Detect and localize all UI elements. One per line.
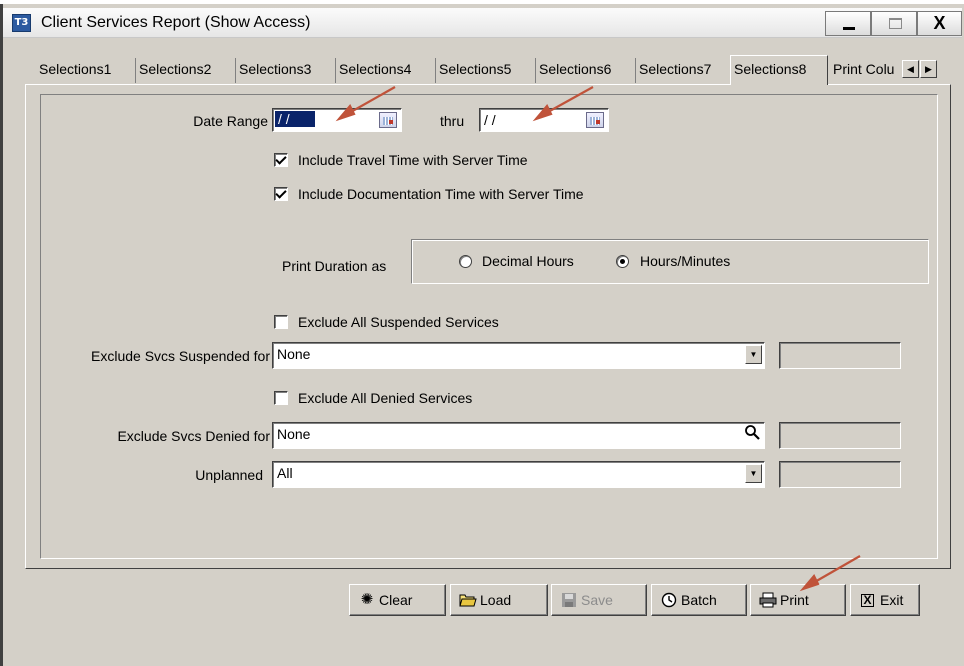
include-documentation-checkbox[interactable] (274, 187, 288, 201)
exit-button[interactable]: X Exit (850, 584, 920, 616)
unplanned-value: All (277, 465, 293, 481)
denied-for-value: None (277, 426, 311, 442)
unplanned-combo[interactable]: All ▼ (272, 461, 765, 488)
hours-minutes-radio[interactable] (616, 255, 629, 268)
print-button[interactable]: Print (750, 584, 846, 616)
suspended-for-value: None (277, 346, 311, 362)
window-title: Client Services Report (Show Access) (41, 14, 311, 31)
tab-selections5[interactable]: Selections5 (436, 58, 536, 83)
denied-for-extra-field (779, 422, 901, 449)
clock-icon (660, 592, 678, 608)
include-travel-checkbox[interactable] (274, 153, 288, 167)
date-to-value: / / (484, 112, 496, 128)
exclude-suspended-label: Exclude All Suspended Services (298, 314, 499, 330)
suspended-for-label: Exclude Svcs Suspended for (91, 348, 270, 364)
denied-for-label: Exclude Svcs Denied for (117, 428, 270, 444)
date-from-field[interactable]: / / (272, 108, 402, 132)
clear-button[interactable]: ✺ Clear (349, 584, 446, 616)
print-duration-label: Print Duration as (282, 258, 387, 274)
batch-button[interactable]: Batch (651, 584, 747, 616)
chevron-down-icon[interactable]: ▼ (745, 345, 762, 364)
tab-print-columns[interactable]: Print Colu (830, 58, 902, 83)
minimize-button[interactable] (825, 11, 871, 36)
maximize-button[interactable] (871, 11, 917, 36)
decimal-hours-radio[interactable] (459, 255, 472, 268)
suspended-for-extra-field (779, 342, 901, 369)
title-bar: T3 Client Services Report (Show Access) … (3, 8, 962, 38)
date-range-label: Date Range (193, 113, 268, 129)
exit-button-label: Exit (880, 592, 904, 608)
tab-selections1[interactable]: Selections1 (36, 58, 136, 83)
minimize-icon (843, 27, 855, 30)
include-documentation-label: Include Documentation Time with Server T… (298, 186, 584, 202)
broom-icon: ✺ (360, 591, 374, 608)
printer-icon (759, 592, 777, 608)
tab-selections3[interactable]: Selections3 (236, 58, 336, 83)
tab-selections7[interactable]: Selections7 (636, 58, 732, 83)
folder-open-icon (459, 592, 477, 608)
load-button-label: Load (480, 592, 512, 608)
decimal-hours-label: Decimal Hours (482, 253, 574, 269)
save-button[interactable]: Save (551, 584, 647, 616)
clear-button-label: Clear (379, 592, 413, 608)
close-button[interactable]: X (917, 11, 962, 36)
tab-selections4[interactable]: Selections4 (336, 58, 436, 83)
search-icon[interactable] (742, 424, 762, 444)
denied-for-field[interactable]: None (272, 422, 765, 449)
tab-strip: Selections1 Selections2 Selections3 Sele… (30, 55, 952, 85)
suspended-for-combo[interactable]: None ▼ (272, 342, 765, 369)
calendar-icon[interactable] (379, 112, 397, 128)
date-to-field[interactable]: / / (479, 108, 609, 132)
tab-selections6[interactable]: Selections6 (536, 58, 636, 83)
tab-scroll-left-icon[interactable]: ◀ (902, 60, 919, 78)
unplanned-label: Unplanned (195, 467, 263, 483)
exclude-suspended-checkbox[interactable] (274, 315, 288, 329)
exit-icon: X (861, 594, 874, 607)
print-button-label: Print (780, 592, 809, 608)
unplanned-extra-field (779, 461, 901, 488)
exclude-denied-checkbox[interactable] (274, 391, 288, 405)
calendar-icon[interactable] (586, 112, 604, 128)
hours-minutes-label: Hours/Minutes (640, 253, 731, 269)
tab-scroll-right-icon[interactable]: ▶ (920, 60, 937, 78)
maximize-icon (889, 18, 902, 29)
save-button-label: Save (581, 592, 613, 608)
app-icon: T3 (12, 14, 31, 32)
load-button[interactable]: Load (450, 584, 548, 616)
tab-selections2[interactable]: Selections2 (136, 58, 236, 83)
include-travel-label: Include Travel Time with Server Time (298, 152, 528, 168)
tab-selections8[interactable]: Selections8 (730, 55, 828, 85)
screenshot: T3 Client Services Report (Show Access) … (0, 0, 964, 666)
batch-button-label: Batch (681, 592, 717, 608)
date-from-value: / / (275, 111, 315, 127)
close-icon: X (933, 13, 946, 33)
exclude-denied-label: Exclude All Denied Services (298, 390, 473, 406)
thru-label: thru (440, 113, 465, 129)
floppy-disk-icon (560, 592, 578, 608)
chevron-down-icon[interactable]: ▼ (745, 464, 762, 483)
